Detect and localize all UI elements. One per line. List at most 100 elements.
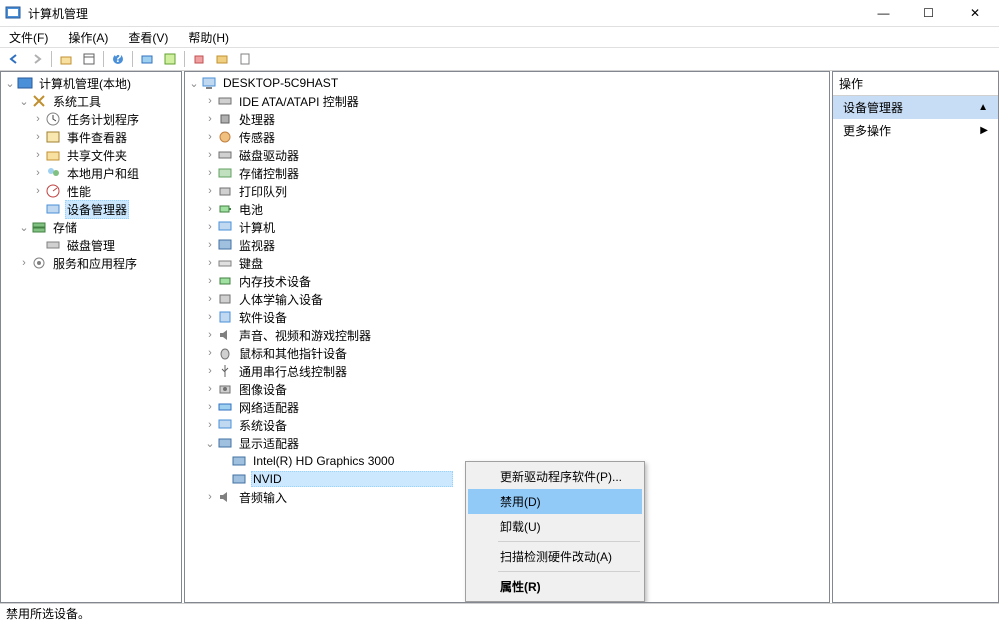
collapse-icon[interactable]: ⌄ [203, 436, 217, 450]
expand-icon[interactable]: › [203, 418, 217, 432]
menu-action[interactable]: 操作(A) [64, 28, 112, 47]
ctx-update-driver[interactable]: 更新驱动程序软件(P)... [468, 464, 642, 489]
ctx-uninstall[interactable]: 卸载(U) [468, 514, 642, 539]
tree-event-viewer[interactable]: ›事件查看器 [1, 128, 181, 146]
status-bar: 禁用所选设备。 [0, 603, 999, 623]
cpu-icon [217, 111, 233, 127]
sensor-icon [217, 129, 233, 145]
device-computer[interactable]: ›计算机 [185, 218, 829, 236]
event-icon [45, 129, 61, 145]
expand-icon[interactable]: › [203, 112, 217, 126]
expand-icon[interactable]: › [203, 148, 217, 162]
ctx-disable[interactable]: 禁用(D) [468, 489, 642, 514]
actions-device-manager[interactable]: 设备管理器 ▲ [833, 96, 998, 119]
device-system[interactable]: ›系统设备 [185, 416, 829, 434]
expand-icon[interactable]: › [203, 292, 217, 306]
tree-device-manager[interactable]: 设备管理器 [1, 200, 181, 218]
device-sound[interactable]: ›声音、视频和游戏控制器 [185, 326, 829, 344]
ctx-scan-hardware[interactable]: 扫描检测硬件改动(A) [468, 544, 642, 569]
device-storage-ctrl[interactable]: ›存储控制器 [185, 164, 829, 182]
tree-local-users[interactable]: ›本地用户和组 [1, 164, 181, 182]
device-print-queues[interactable]: ›打印队列 [185, 182, 829, 200]
menu-file[interactable]: 文件(F) [5, 28, 52, 47]
device-imaging[interactable]: ›图像设备 [185, 380, 829, 398]
expand-icon[interactable]: › [31, 184, 45, 198]
tree-storage[interactable]: ⌄存储 [1, 218, 181, 236]
expand-icon[interactable]: › [203, 220, 217, 234]
expand-icon[interactable]: › [203, 238, 217, 252]
device-mice[interactable]: ›鼠标和其他指针设备 [185, 344, 829, 362]
view-button[interactable] [78, 49, 100, 69]
expand-icon[interactable]: › [203, 274, 217, 288]
collapse-icon[interactable]: ⌄ [187, 76, 201, 90]
expand-icon[interactable]: › [31, 166, 45, 180]
computer-management-icon [17, 75, 33, 91]
device-host[interactable]: ⌄DESKTOP-5C9HAST [185, 74, 829, 92]
device-software[interactable]: ›软件设备 [185, 308, 829, 326]
device-network[interactable]: ›网络适配器 [185, 398, 829, 416]
expand-icon[interactable]: › [31, 148, 45, 162]
device-memory[interactable]: ›内存技术设备 [185, 272, 829, 290]
tree-shared-folders[interactable]: ›共享文件夹 [1, 146, 181, 164]
actions-more[interactable]: 更多操作 ▶ [833, 119, 998, 142]
device-ide[interactable]: ›IDE ATA/ATAPI 控制器 [185, 92, 829, 110]
device-sensors[interactable]: ›传感器 [185, 128, 829, 146]
expand-icon[interactable]: › [203, 490, 217, 504]
device-usb[interactable]: ›通用串行总线控制器 [185, 362, 829, 380]
expand-icon[interactable]: › [203, 400, 217, 414]
uninstall-icon[interactable] [188, 49, 210, 69]
tree-task-scheduler[interactable]: ›任务计划程序 [1, 110, 181, 128]
tree-performance[interactable]: ›性能 [1, 182, 181, 200]
console-tree-pane: ⌄计算机管理(本地) ⌄系统工具 ›任务计划程序 ›事件查看器 ›共享文件夹 ›… [0, 71, 182, 603]
device-battery[interactable]: ›电池 [185, 200, 829, 218]
tree-root[interactable]: ⌄计算机管理(本地) [1, 74, 181, 92]
expand-icon[interactable]: › [203, 346, 217, 360]
help-button[interactable]: ? [107, 49, 129, 69]
close-button[interactable]: ✕ [951, 0, 999, 27]
expand-icon[interactable]: › [203, 310, 217, 324]
menu-help[interactable]: 帮助(H) [184, 28, 233, 47]
expand-icon[interactable]: › [31, 130, 45, 144]
expand-icon[interactable]: › [203, 94, 217, 108]
expand-icon[interactable]: › [203, 328, 217, 342]
expand-icon[interactable]: › [203, 382, 217, 396]
expand-icon[interactable]: › [17, 256, 31, 270]
expand-icon[interactable]: › [203, 364, 217, 378]
scan-hardware-button[interactable] [136, 49, 158, 69]
device-manager-icon [45, 201, 61, 217]
collapse-icon[interactable]: ⌄ [3, 76, 17, 90]
ctx-properties[interactable]: 属性(R) [468, 574, 642, 599]
toolbar: ? [0, 47, 999, 71]
update-driver-button[interactable] [159, 49, 181, 69]
collapse-icon[interactable]: ⌄ [17, 94, 31, 108]
device-tree[interactable]: ⌄DESKTOP-5C9HAST ›IDE ATA/ATAPI 控制器 ›处理器… [185, 72, 829, 508]
collapse-icon[interactable]: ⌄ [17, 220, 31, 234]
disable-icon[interactable] [211, 49, 233, 69]
minimize-button[interactable]: — [861, 0, 906, 27]
tree-services-apps[interactable]: ›服务和应用程序 [1, 254, 181, 272]
up-button[interactable] [55, 49, 77, 69]
ctx-separator [498, 541, 640, 542]
forward-button[interactable] [26, 49, 48, 69]
menu-view[interactable]: 查看(V) [124, 28, 172, 47]
device-monitors[interactable]: ›监视器 [185, 236, 829, 254]
expand-icon[interactable]: › [203, 166, 217, 180]
device-hid[interactable]: ›人体学输入设备 [185, 290, 829, 308]
console-tree[interactable]: ⌄计算机管理(本地) ⌄系统工具 ›任务计划程序 ›事件查看器 ›共享文件夹 ›… [1, 72, 181, 274]
maximize-button[interactable]: ☐ [906, 0, 951, 27]
expand-icon[interactable]: › [203, 130, 217, 144]
device-cpu[interactable]: ›处理器 [185, 110, 829, 128]
tree-system-tools[interactable]: ⌄系统工具 [1, 92, 181, 110]
performance-icon [45, 183, 61, 199]
keyboard-icon [217, 255, 233, 271]
expand-icon[interactable]: › [31, 112, 45, 126]
back-button[interactable] [3, 49, 25, 69]
expand-icon[interactable]: › [203, 184, 217, 198]
device-disk-drives[interactable]: ›磁盘驱动器 [185, 146, 829, 164]
tree-disk-management[interactable]: 磁盘管理 [1, 236, 181, 254]
device-display-adapters[interactable]: ⌄显示适配器 [185, 434, 829, 452]
device-keyboards[interactable]: ›键盘 [185, 254, 829, 272]
expand-icon[interactable]: › [203, 256, 217, 270]
properties-icon[interactable] [234, 49, 256, 69]
expand-icon[interactable]: › [203, 202, 217, 216]
